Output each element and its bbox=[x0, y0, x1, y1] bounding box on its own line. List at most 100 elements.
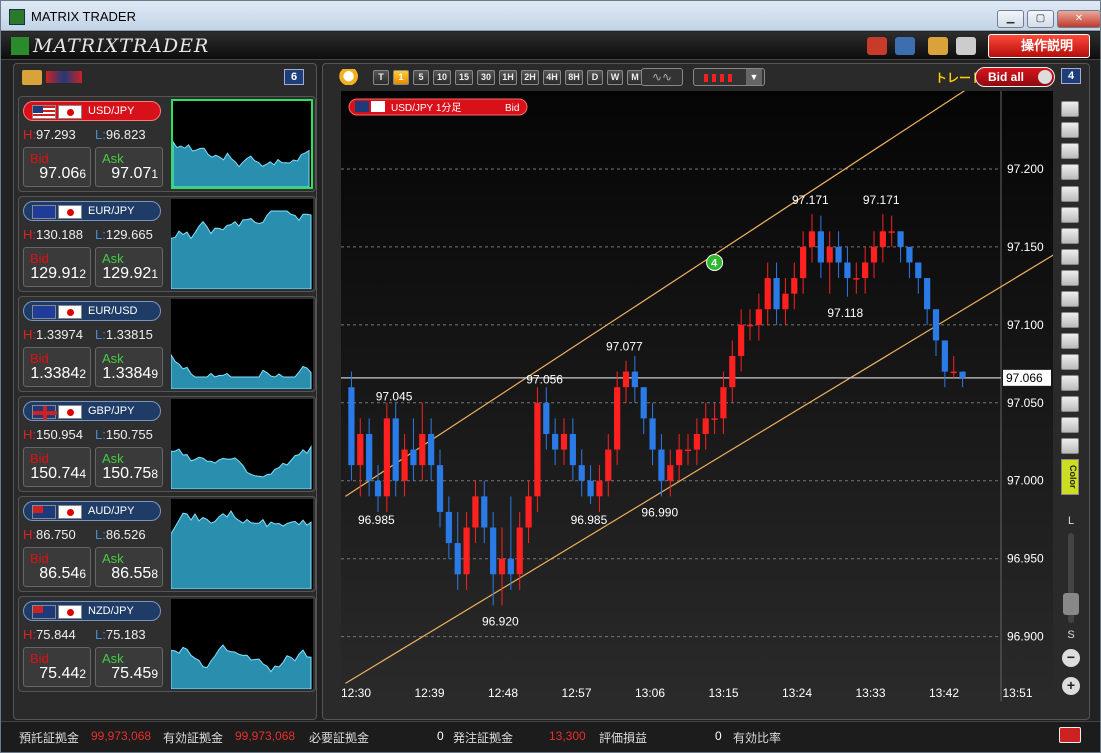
briefcase-icon[interactable] bbox=[867, 37, 887, 55]
flag-icon[interactable] bbox=[1061, 143, 1079, 159]
timeframe-button-d[interactable]: D bbox=[587, 70, 603, 85]
ask-button[interactable]: Ask 150.758 bbox=[95, 447, 163, 487]
bid-button[interactable]: Bid 129.912 bbox=[23, 247, 91, 287]
save-icon[interactable] bbox=[895, 37, 915, 55]
chart-price-type: Bid bbox=[505, 103, 519, 114]
candle-style-dropdown[interactable]: ▼ bbox=[693, 68, 765, 86]
palette-icon[interactable] bbox=[928, 37, 948, 55]
candle-body bbox=[357, 433, 364, 466]
expand-up-icon[interactable] bbox=[1059, 727, 1081, 743]
zoom-out-icon[interactable]: − bbox=[1062, 649, 1080, 667]
pair-label[interactable]: GBP/JPY bbox=[23, 401, 161, 421]
candle-body bbox=[658, 449, 665, 481]
settings-icon[interactable] bbox=[1061, 186, 1079, 202]
sparkline-chart[interactable] bbox=[171, 99, 313, 189]
rate-card[interactable]: NZD/JPY H:75.844 L:75.183 Bid 75.442 Ask 75.45… bbox=[18, 596, 316, 692]
ask-button[interactable]: Ask 86.558 bbox=[95, 547, 163, 587]
bid-button[interactable]: Bid 97.066 bbox=[23, 147, 91, 187]
bid-button[interactable]: Bid 150.744 bbox=[23, 447, 91, 487]
fan-icon[interactable] bbox=[1061, 375, 1079, 391]
close-button[interactable]: ✕ bbox=[1057, 10, 1101, 28]
printer-icon[interactable] bbox=[956, 37, 976, 55]
bid-button[interactable]: Bid 86.546 bbox=[23, 547, 91, 587]
maximize-button[interactable]: ▢ bbox=[1027, 10, 1054, 28]
chart-type-icon[interactable]: ∿∿ bbox=[641, 68, 683, 86]
sparkline-chart[interactable] bbox=[171, 299, 313, 389]
jp-flag-icon bbox=[371, 101, 385, 112]
ask-pip: 9 bbox=[151, 667, 158, 681]
candle-body bbox=[746, 324, 754, 327]
timeframe-button-4h[interactable]: 4H bbox=[543, 70, 561, 85]
sparkline-chart[interactable] bbox=[171, 599, 313, 689]
bid-all-toggle[interactable]: Bid all bbox=[975, 67, 1055, 87]
channel-icon[interactable] bbox=[1061, 354, 1079, 370]
candle-body bbox=[445, 511, 452, 544]
candle-body bbox=[587, 480, 594, 497]
timeframe-button-30[interactable]: 30 bbox=[477, 70, 495, 85]
trash-icon[interactable] bbox=[1061, 438, 1079, 454]
high-prefix: H: bbox=[23, 327, 36, 342]
color-button[interactable]: Color bbox=[1061, 459, 1079, 495]
sparkline-area bbox=[171, 644, 312, 689]
flags-icon[interactable] bbox=[46, 71, 82, 83]
fork-icon[interactable] bbox=[1061, 312, 1079, 328]
fibonacci-icon[interactable] bbox=[1061, 333, 1079, 349]
minimize-button[interactable]: ▁ bbox=[997, 10, 1024, 28]
help-button[interactable]: 操作説明 bbox=[988, 34, 1090, 58]
pair-label[interactable]: AUD/JPY bbox=[23, 501, 161, 521]
ask-label: Ask bbox=[102, 251, 124, 266]
bid-button[interactable]: Bid 75.442 bbox=[23, 647, 91, 687]
line-icon[interactable] bbox=[1061, 249, 1079, 265]
high-prefix: H: bbox=[23, 427, 36, 442]
timeframe-button-5[interactable]: 5 bbox=[413, 70, 429, 85]
timeframe-button-10[interactable]: 10 bbox=[433, 70, 451, 85]
timeframe-button-8h[interactable]: 8H bbox=[565, 70, 583, 85]
zoom-icon[interactable] bbox=[339, 69, 363, 85]
rate-card[interactable]: USD/JPY H:97.293 L:96.823 Bid 97.066 Ask 97.07… bbox=[18, 96, 316, 192]
pair-label[interactable]: USD/JPY bbox=[23, 101, 161, 121]
quote-flag-icon bbox=[58, 305, 82, 319]
candle-body bbox=[817, 231, 824, 263]
zoom-slider-thumb[interactable] bbox=[1063, 593, 1079, 615]
folder-icon[interactable] bbox=[22, 70, 42, 85]
rate-card[interactable]: EUR/USD H:1.33974 L:1.33815 Bid 1.33842 Ask 1.… bbox=[18, 296, 316, 392]
pair-label[interactable]: EUR/USD bbox=[23, 301, 161, 321]
news-icon[interactable] bbox=[1061, 122, 1079, 138]
candle-body bbox=[879, 231, 886, 247]
pair-label[interactable]: EUR/JPY bbox=[23, 201, 161, 221]
bell-icon[interactable] bbox=[1061, 164, 1079, 180]
logo-icon bbox=[11, 37, 29, 55]
zoom-in-icon[interactable]: + bbox=[1062, 677, 1080, 695]
ask-button[interactable]: Ask 97.071 bbox=[95, 147, 163, 187]
timeframe-button-1[interactable]: 1 bbox=[393, 70, 409, 85]
chevron-down-icon: ▼ bbox=[746, 69, 762, 85]
text-icon[interactable] bbox=[1061, 396, 1079, 412]
rate-card[interactable]: AUD/JPY H:86.750 L:86.526 Bid 86.546 Ask 86.55… bbox=[18, 496, 316, 592]
ask-button[interactable]: Ask 129.921 bbox=[95, 247, 163, 287]
cursor-icon[interactable] bbox=[1061, 207, 1079, 223]
ask-button[interactable]: Ask 1.33849 bbox=[95, 347, 163, 387]
rate-card[interactable]: EUR/JPY H:130.188 L:129.665 Bid 129.912 Ask 12… bbox=[18, 196, 316, 292]
price-chart[interactable]: 97.200 97.150 97.100 97.050 97.000 96.950 96.9… bbox=[341, 91, 1053, 701]
ask-button[interactable]: Ask 75.459 bbox=[95, 647, 163, 687]
status-label-required-margin: 必要証拠金 bbox=[309, 731, 370, 745]
zoom-slider[interactable] bbox=[1063, 533, 1079, 623]
trendline-icon[interactable] bbox=[1061, 228, 1079, 244]
timeframe-button-1h[interactable]: 1H bbox=[499, 70, 517, 85]
bid-button[interactable]: Bid 1.33842 bbox=[23, 347, 91, 387]
price-annotation: 96.920 bbox=[482, 614, 519, 628]
timeframe-button-w[interactable]: W bbox=[607, 70, 623, 85]
sparkline-chart[interactable] bbox=[171, 399, 313, 489]
timeframe-button-15[interactable]: 15 bbox=[455, 70, 473, 85]
vertical-line-icon[interactable] bbox=[1061, 291, 1079, 307]
pair-label[interactable]: NZD/JPY bbox=[23, 601, 161, 621]
horizontal-line-icon[interactable] bbox=[1061, 270, 1079, 286]
rate-card[interactable]: GBP/JPY H:150.954 L:150.755 Bid 150.744 Ask 15… bbox=[18, 396, 316, 492]
low-value: 96.823 bbox=[105, 127, 146, 142]
info-icon[interactable] bbox=[1061, 101, 1079, 117]
sparkline-chart[interactable] bbox=[171, 499, 313, 589]
timeframe-button-2h[interactable]: 2H bbox=[521, 70, 539, 85]
eraser-icon[interactable] bbox=[1061, 417, 1079, 433]
timeframe-button-t[interactable]: T bbox=[373, 70, 389, 85]
sparkline-chart[interactable] bbox=[171, 199, 313, 289]
